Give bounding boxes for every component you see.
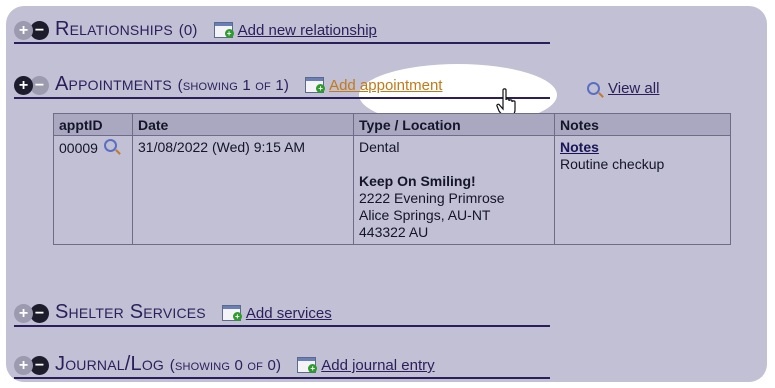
address-line: 443322 AU [359, 224, 429, 240]
calendar-add-icon: + [297, 357, 318, 373]
date-cell: 31/08/2022 (Wed) 9:15 AM [132, 135, 354, 245]
add-services-label[interactable]: Add services [246, 305, 332, 322]
journal-count: (showing 0 of 0) [169, 357, 282, 374]
calendar-add-icon: + [213, 22, 234, 38]
appointments-section-header: + − Appointments (showing 1 of 1) + Add … [14, 69, 550, 99]
relationships-title: Relationships (0) [55, 18, 198, 40]
add-services-link[interactable]: + Add services [221, 305, 332, 322]
section-divider [14, 377, 550, 379]
col-notes[interactable]: Notes [554, 113, 731, 136]
address-line: 2222 Evening Primrose [359, 190, 505, 206]
add-journal-entry-label[interactable]: Add journal entry [321, 357, 434, 374]
view-all-label[interactable]: View all [608, 80, 659, 97]
add-relationship-label[interactable]: Add new relationship [238, 22, 377, 39]
appointments-title: Appointments (showing 1 of 1) [55, 73, 290, 95]
magnifier-icon[interactable] [103, 139, 117, 152]
calendar-add-icon: + [305, 77, 326, 93]
journal-title: Journal/Log (showing 0 of 0) [55, 353, 282, 375]
add-journal-entry-link[interactable]: + Add journal entry [297, 357, 435, 374]
calendar-add-icon: + [221, 305, 242, 321]
journal-section-header: + − Journal/Log (showing 0 of 0) + Add j… [14, 349, 550, 379]
relationships-section-header: + − Relationships (0) + Add new relation… [14, 14, 550, 44]
case-panel: + − Relationships (0) + Add new relation… [6, 6, 767, 382]
plus-circle-icon[interactable]: + [14, 76, 33, 95]
shelter-services-section-header: + − Shelter Services + Add services [14, 297, 550, 327]
table-row[interactable]: 00009 31/08/2022 (Wed) 9:15 AM Dental Ke… [53, 135, 731, 245]
add-appointment-label[interactable]: Add appointment [329, 77, 442, 94]
plus-circle-icon[interactable]: + [14, 356, 33, 375]
section-divider [14, 97, 550, 99]
col-appt-id[interactable]: apptID [53, 113, 133, 136]
shelter-services-title: Shelter Services [55, 301, 206, 323]
appt-type: Dental [359, 139, 400, 155]
notes-link[interactable]: Notes [560, 139, 725, 156]
location-name: Keep On Smiling! [359, 173, 476, 189]
add-appointment-link[interactable]: + Add appointment [305, 77, 442, 94]
plus-circle-icon[interactable]: + [14, 21, 33, 40]
view-all-link[interactable]: View all [581, 80, 659, 97]
col-date[interactable]: Date [132, 113, 354, 136]
appointments-toggle[interactable]: + − [14, 76, 49, 95]
journal-toggle[interactable]: + − [14, 356, 49, 375]
appt-id-cell: 00009 [53, 135, 133, 245]
shelter-services-toggle[interactable]: + − [14, 304, 49, 323]
magnifier-icon [587, 82, 600, 95]
notes-cell: Notes Routine checkup [554, 135, 731, 245]
notes-text: Routine checkup [560, 156, 665, 172]
section-divider [14, 325, 550, 327]
type-location-cell: Dental Keep On Smiling! 2222 Evening Pri… [353, 135, 555, 245]
section-divider [14, 42, 550, 44]
appt-id[interactable]: 00009 [59, 140, 98, 156]
plus-circle-icon[interactable]: + [14, 304, 33, 323]
appointments-table: apptID Date Type / Location Notes 00009 … [53, 113, 731, 245]
table-header-row: apptID Date Type / Location Notes [53, 113, 731, 136]
add-relationship-link[interactable]: + Add new relationship [213, 22, 377, 39]
relationships-count: (0) [178, 22, 198, 39]
appointments-count: (showing 1 of 1) [177, 77, 290, 94]
relationships-toggle[interactable]: + − [14, 21, 49, 40]
address-line: Alice Springs, AU-NT [359, 207, 491, 223]
col-type-location[interactable]: Type / Location [353, 113, 555, 136]
